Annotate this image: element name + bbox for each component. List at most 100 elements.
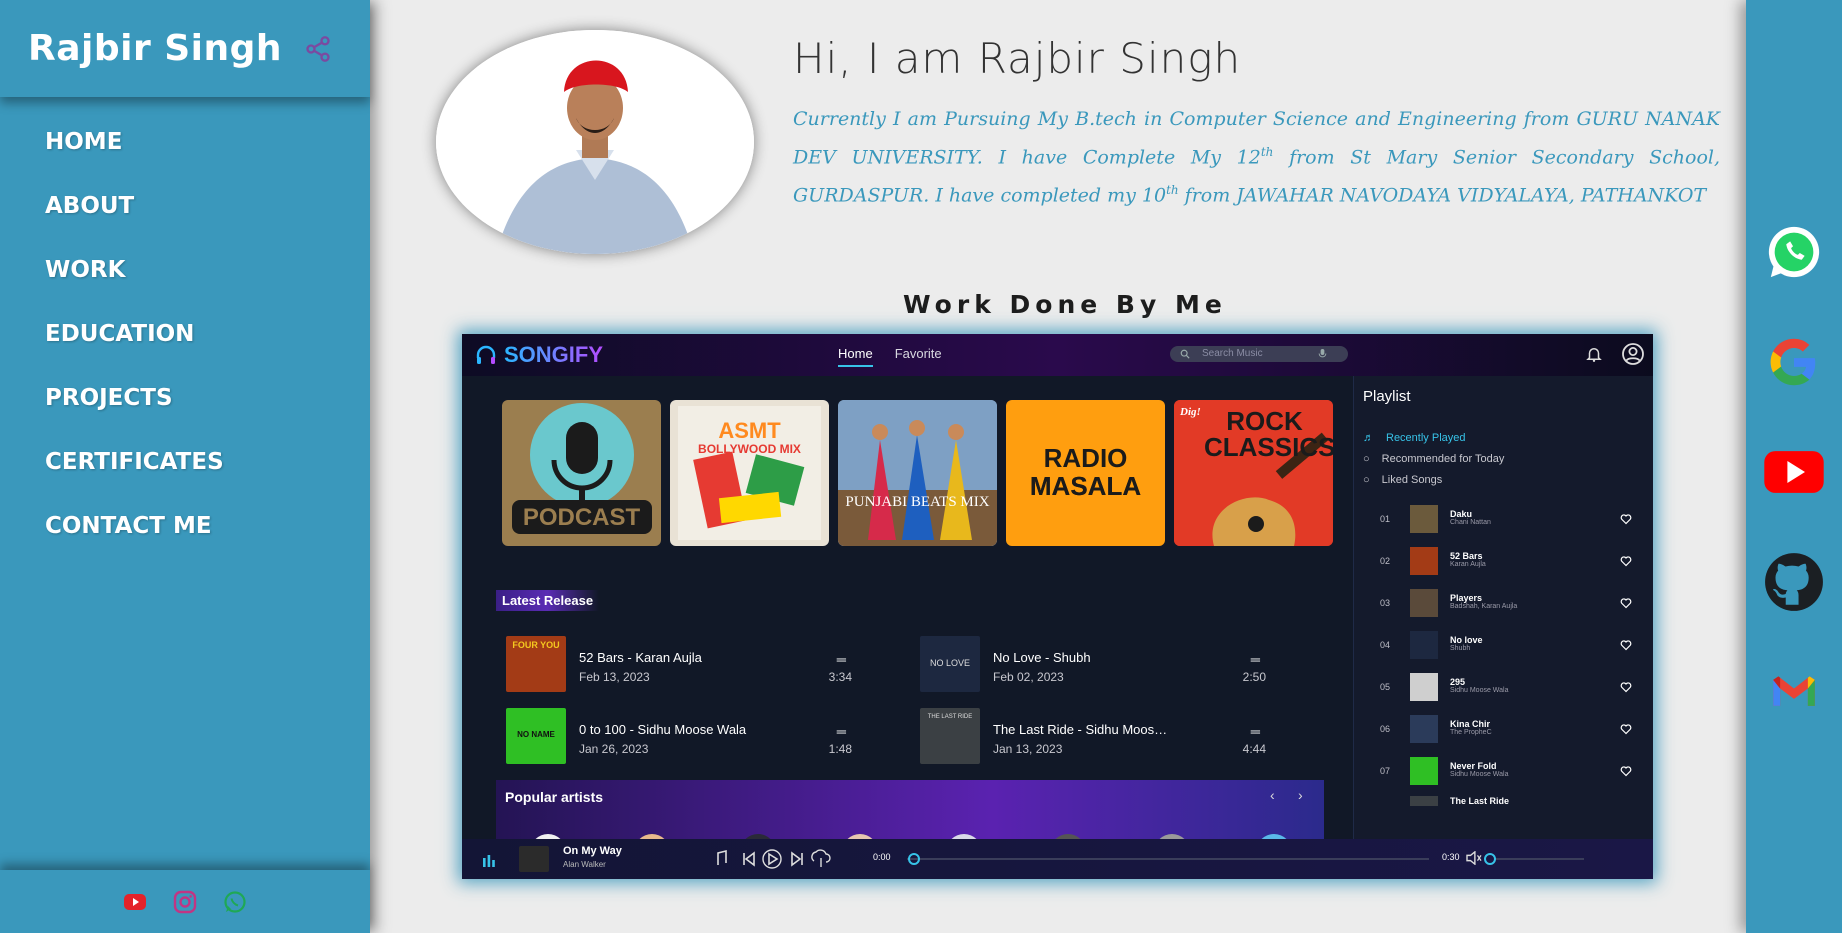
menu-liked-songs[interactable]: ○ Liked Songs (1363, 469, 1504, 490)
release-thumb: NO LOVE (920, 636, 980, 692)
radio-masala-label: RADIO MASALA (1021, 444, 1151, 500)
mic-icon[interactable] (1318, 348, 1327, 359)
latest-release-label: Latest Release (496, 590, 600, 611)
now-playing-title: On My Way (563, 845, 622, 857)
whatsapp-icon[interactable] (1760, 218, 1828, 286)
track-row[interactable]: The Last Ride (1374, 796, 1644, 806)
time-total: 0:30 (1442, 852, 1460, 862)
gmail-icon[interactable] (1760, 658, 1828, 726)
share-icon[interactable] (304, 35, 332, 63)
songify-logo: SONGIFY (474, 342, 603, 368)
equalizer-icon (483, 855, 495, 867)
youtube-icon[interactable] (123, 890, 147, 914)
track-row[interactable]: 02 52 Bars Karan Aujla (1374, 544, 1644, 580)
music-note-icon: ♬ (1363, 431, 1374, 444)
now-playing-artist: Alan Walker (563, 860, 606, 869)
next-arrow-icon[interactable]: › (1298, 787, 1303, 803)
nav-about[interactable]: ABOUT (45, 182, 224, 246)
heart-icon[interactable] (1620, 681, 1632, 693)
cover-punjabi-beats-mix[interactable]: PUNJABI BEATS MIX (838, 400, 997, 546)
nav-projects[interactable]: PROJECTS (45, 374, 224, 438)
menu-recently-played[interactable]: ♬ Recently Played (1363, 427, 1504, 448)
nav-work[interactable]: WORK (45, 246, 224, 310)
track-row[interactable]: 04 No love Shubh (1374, 628, 1644, 664)
nav-contact-me[interactable]: CONTACT ME (45, 502, 224, 566)
topbar-icons (1585, 342, 1645, 366)
queue-icon[interactable]: ═ (837, 724, 846, 739)
cover-bollywood-mix[interactable]: ASMT BOLLYWOOD MIX (670, 400, 829, 546)
release-item[interactable]: FOUR YOU 52 Bars - Karan Aujla Feb 13, 2… (506, 636, 876, 696)
track-thumb (1410, 547, 1438, 575)
heart-icon[interactable] (1620, 723, 1632, 735)
sidebar-footer (0, 870, 370, 933)
user-icon[interactable] (1621, 342, 1645, 366)
right-social-rail (1746, 0, 1842, 933)
queue-icon[interactable]: ═ (1251, 724, 1260, 739)
nav-certificates[interactable]: CERTIFICATES (45, 438, 224, 502)
now-playing-thumb (519, 846, 549, 872)
nav-education[interactable]: EDUCATION (45, 310, 224, 374)
track-thumb (1410, 757, 1438, 785)
volume-bar[interactable] (1494, 858, 1584, 860)
tab-favorite[interactable]: Favorite (895, 346, 942, 367)
heart-icon[interactable] (1620, 765, 1632, 777)
queue-icon[interactable]: ═ (1251, 652, 1260, 667)
profile-photo (436, 30, 754, 254)
track-row[interactable]: 01 Daku Chani Nattan (1374, 502, 1644, 538)
bell-icon[interactable] (1585, 345, 1603, 363)
track-row[interactable]: 03 Players Badshah, Karan Aujla (1374, 586, 1644, 622)
instagram-icon[interactable] (173, 890, 197, 914)
brand-header: Rajbir Singh (0, 0, 370, 97)
volume-icon[interactable] (1466, 851, 1482, 865)
track-row[interactable]: 06 Kina Chir The PropheC (1374, 712, 1644, 748)
prev-arrow-icon[interactable]: ‹ (1270, 787, 1275, 803)
heart-icon[interactable] (1620, 597, 1632, 609)
cover-podcast[interactable]: PODCAST (502, 400, 661, 546)
songify-tabs: Home Favorite (838, 346, 942, 367)
heart-icon[interactable] (1620, 513, 1632, 525)
track-thumb (1410, 715, 1438, 743)
brand-name[interactable]: Rajbir Singh (28, 28, 282, 69)
release-thumb: NO NAME (506, 708, 566, 764)
cover-rock-classics[interactable]: Dig! ROCK CLASSICS (1174, 400, 1333, 546)
github-icon[interactable] (1760, 548, 1828, 616)
popular-artists-section: Popular artists ‹ › (496, 780, 1324, 850)
songify-project-preview[interactable]: SONGIFY Home Favorite Search Music PODCA… (462, 334, 1653, 879)
release-item[interactable]: NO NAME 0 to 100 - Sidhu Moose Wala Jan … (506, 708, 876, 768)
track-row[interactable]: 05 295 Sidhu Moose Wala (1374, 670, 1644, 706)
sidebar: Rajbir Singh HOME ABOUT WORK EDUCATION P… (0, 0, 370, 933)
playlist-menu: ♬ Recently Played ○ Recommended for Today … (1363, 427, 1504, 490)
music-player-bar: On My Way Alan Walker 0:00 0:30 (462, 839, 1653, 879)
volume-knob[interactable] (1484, 853, 1496, 865)
release-item[interactable]: THE LAST RIDE The Last Ride - Sidhu Moos… (920, 708, 1290, 768)
nav-home[interactable]: HOME (45, 118, 224, 182)
playlist-title: Playlist (1363, 388, 1411, 405)
tab-home[interactable]: Home (838, 346, 873, 367)
greeting-heading: Hi, I am Rajbir Singh (793, 34, 1242, 83)
cover-radio-masala[interactable]: RADIO MASALA (1006, 400, 1165, 546)
progress-bar[interactable] (907, 858, 1429, 860)
featured-covers: PODCAST ASMT BOLLYWOOD MIX PUNJABI BEATS… (502, 400, 1333, 546)
headphones-icon (476, 345, 496, 364)
playlist-panel: Playlist ♬ Recently Played ○ Recommended f… (1353, 376, 1653, 839)
songify-topbar: SONGIFY Home Favorite Search Music (462, 334, 1653, 376)
bio-text: Currently I am Pursuing My B.tech in Com… (793, 108, 1720, 207)
work-section-title: Work Done By Me (903, 290, 1227, 319)
heart-icon[interactable] (1620, 555, 1632, 567)
release-thumb: THE LAST RIDE (920, 708, 980, 764)
youtube-icon[interactable] (1760, 438, 1828, 506)
main-nav: HOME ABOUT WORK EDUCATION PROJECTS CERTI… (45, 118, 224, 566)
queue-icon[interactable]: ═ (837, 652, 846, 667)
search-icon (1180, 349, 1190, 359)
menu-recommended[interactable]: ○ Recommended for Today (1363, 448, 1504, 469)
track-thumb (1410, 505, 1438, 533)
playback-controls (717, 849, 831, 869)
progress-knob[interactable] (908, 853, 920, 865)
track-thumb (1410, 631, 1438, 659)
heart-icon[interactable] (1620, 639, 1632, 651)
track-row[interactable]: 07 Never Fold Sidhu Moose Wala (1374, 754, 1644, 790)
whatsapp-icon[interactable] (223, 890, 247, 914)
release-item[interactable]: NO LOVE No Love - Shubh Feb 02, 2023 ═ 2… (920, 636, 1290, 696)
time-current: 0:00 (873, 852, 891, 862)
google-icon[interactable] (1760, 328, 1828, 396)
